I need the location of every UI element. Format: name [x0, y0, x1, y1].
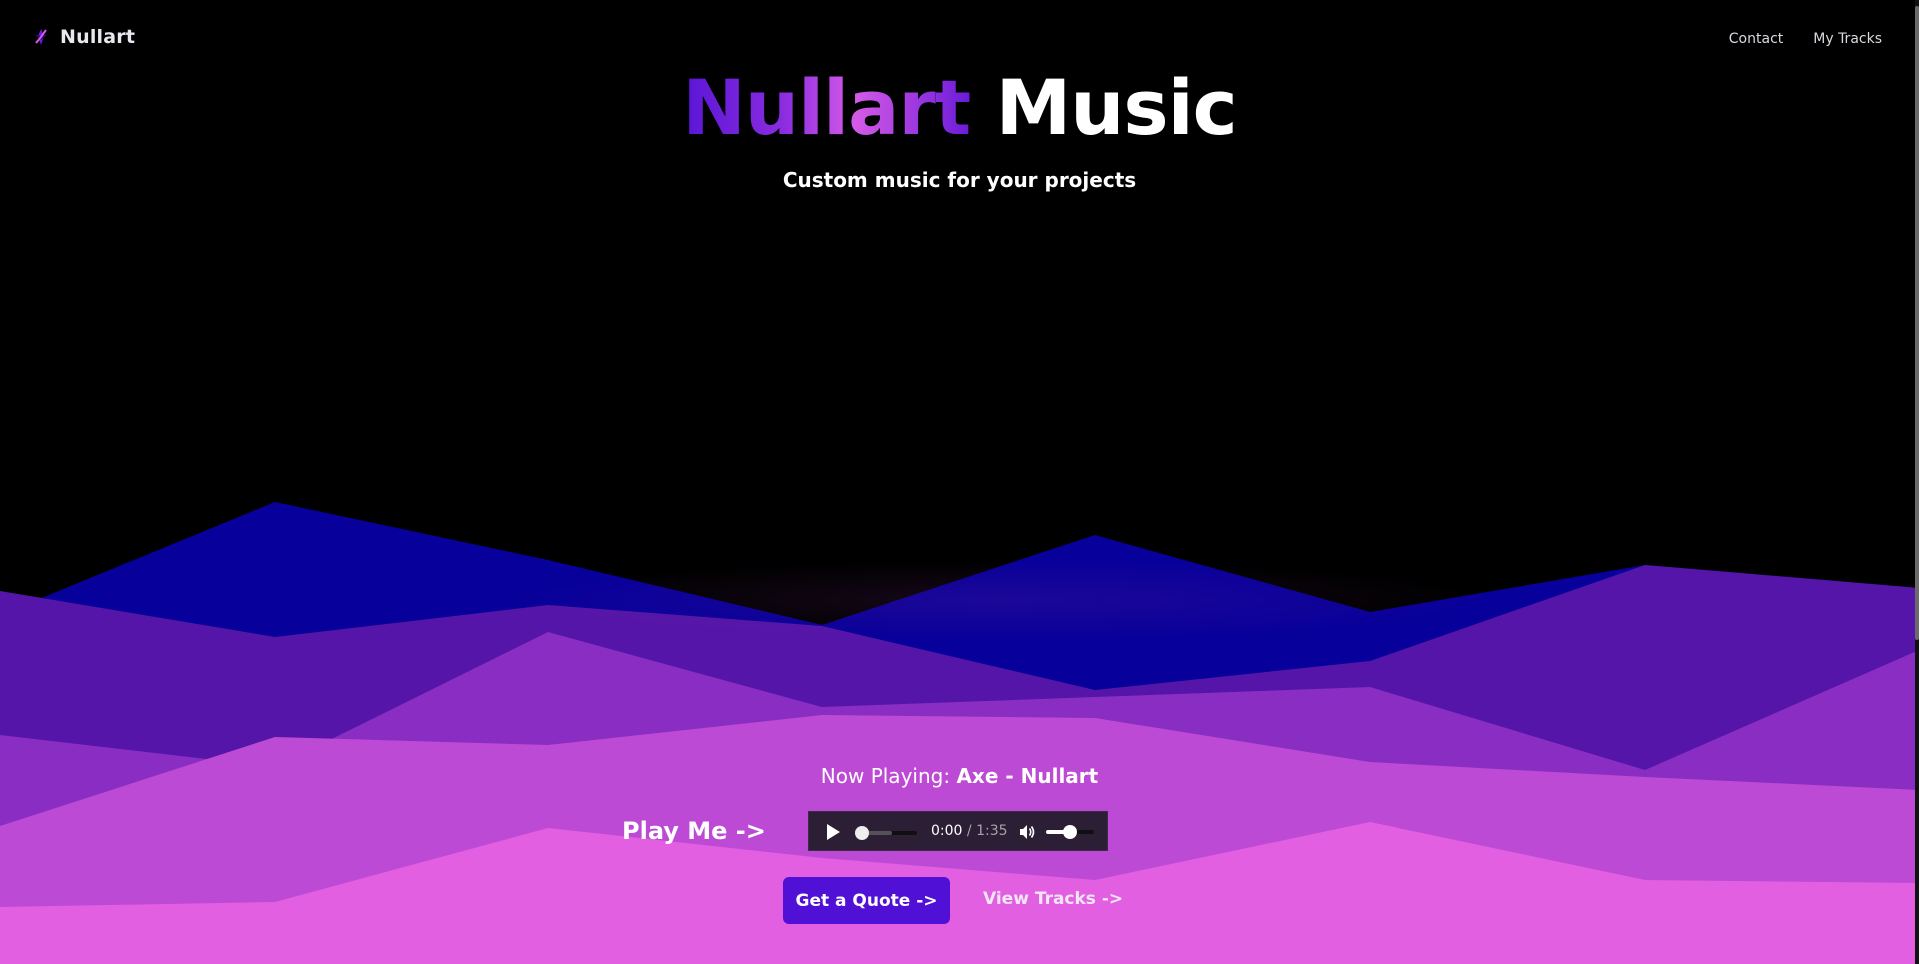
now-playing: Now Playing: Axe - Nullart [0, 764, 1919, 788]
seek-thumb[interactable] [855, 826, 869, 840]
brand-name: Nullart [60, 26, 136, 48]
nav-link-contact[interactable]: Contact [1729, 31, 1783, 47]
duration: 1:35 [976, 823, 1008, 839]
hero-subtitle: Custom music for your projects [782, 168, 1137, 192]
hero-title-rest: Music [995, 63, 1238, 152]
now-playing-track: Axe - Nullart [956, 764, 1099, 788]
horizon-glow [500, 560, 1500, 640]
current-time: 0:00 [931, 823, 963, 839]
page: Nullart Contact My Tracks Nullart Music … [0, 0, 1919, 964]
play-me-label: Play Me -> [622, 817, 766, 845]
page-scrollbar[interactable] [1915, 0, 1919, 964]
seek-bar[interactable] [855, 826, 917, 840]
now-playing-label: Now Playing: [820, 764, 951, 788]
hero-title: Nullart Music [0, 66, 1919, 150]
get-quote-button[interactable]: Get a Quote -> [783, 877, 950, 924]
time-separator: / [966, 823, 972, 839]
play-icon[interactable] [827, 824, 840, 840]
time-display: 0:00 / 1:35 [931, 823, 1008, 839]
nullart-logo-icon [30, 26, 52, 48]
audio-player: 0:00 / 1:35 [808, 811, 1108, 851]
volume-thumb[interactable] [1063, 825, 1077, 839]
nav-link-my-tracks[interactable]: My Tracks [1813, 31, 1882, 47]
volume-icon[interactable] [1018, 823, 1036, 841]
volume-slider[interactable] [1046, 825, 1094, 839]
scrollbar-thumb[interactable] [1915, 6, 1919, 640]
brand[interactable]: Nullart [30, 26, 135, 48]
nav-links: Contact My Tracks [1729, 31, 1882, 47]
view-tracks-link[interactable]: View Tracks -> [983, 889, 1123, 909]
hero-title-brand: Nullart [682, 63, 971, 152]
